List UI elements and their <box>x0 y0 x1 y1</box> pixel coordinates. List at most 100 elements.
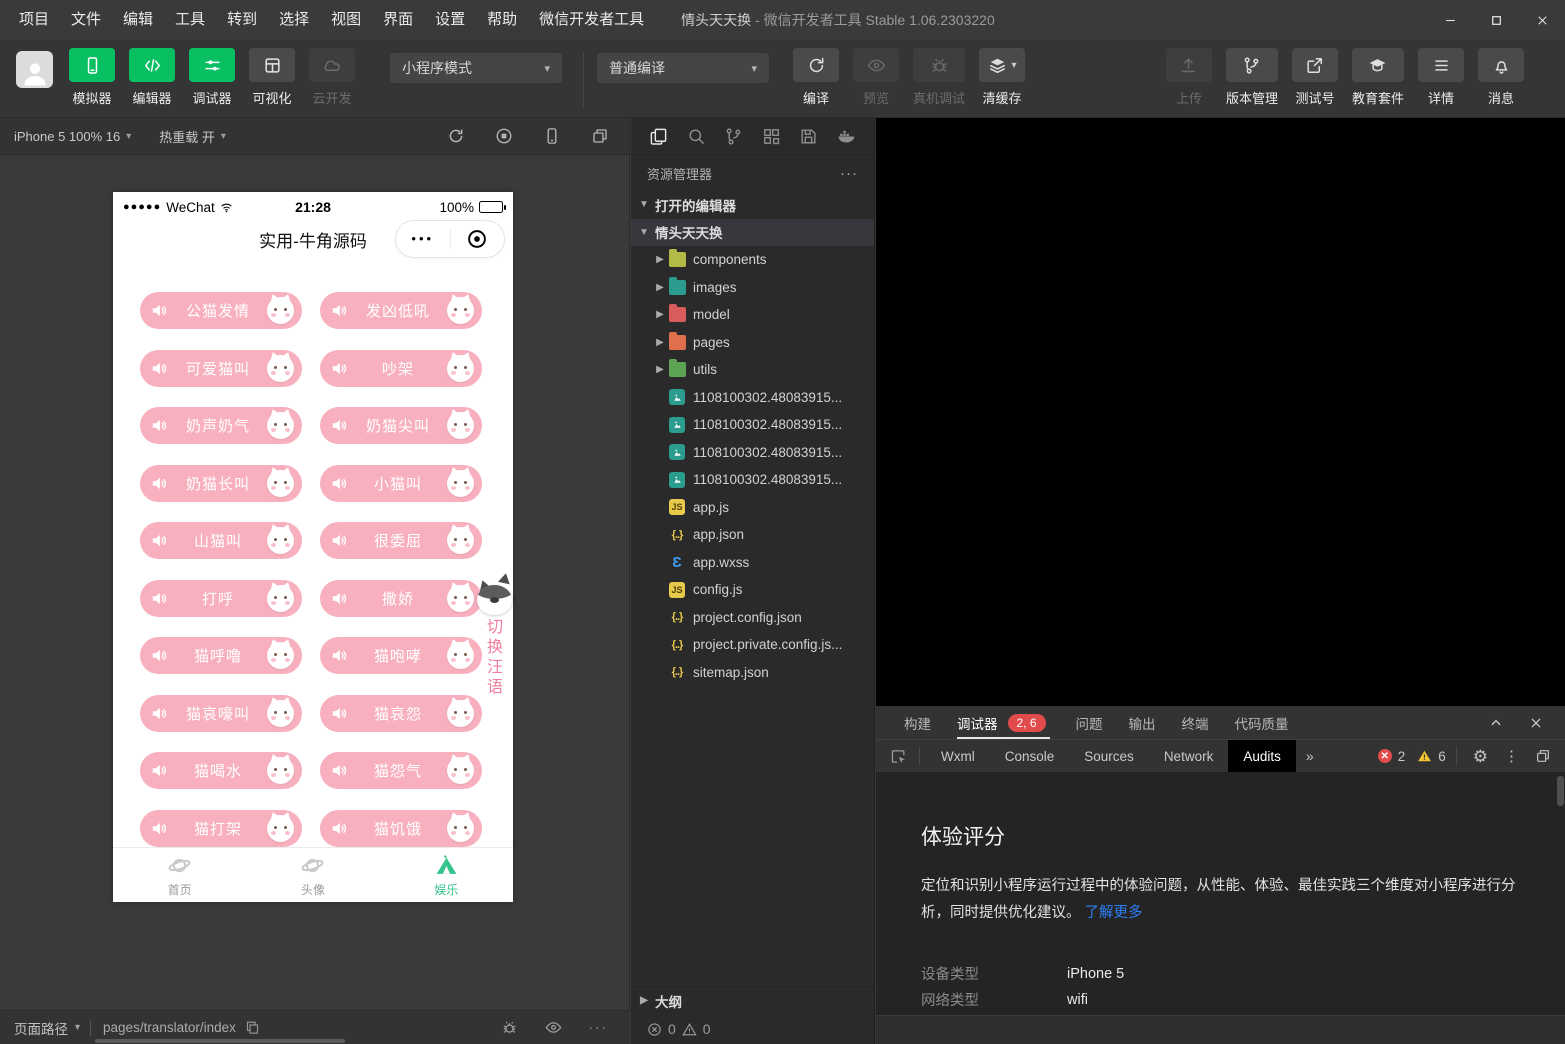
menu-item-0[interactable]: 项目 <box>8 0 60 40</box>
minimize-button[interactable] <box>1427 0 1473 40</box>
eye-icon[interactable] <box>545 1019 562 1036</box>
debug-tab-终端[interactable]: 终端 <box>1182 706 1209 739</box>
tree-file[interactable]: JSconfig.js <box>631 576 874 604</box>
sound-button[interactable]: 猫打架 <box>140 810 302 847</box>
action-layers-button[interactable]: ▾清缓存 <box>972 48 1032 107</box>
sound-button[interactable]: 奶猫尖叫 <box>320 407 482 444</box>
sound-button[interactable]: 猫咆哮 <box>320 637 482 674</box>
action-list-menu-button[interactable]: 详情 <box>1411 48 1471 107</box>
maximize-button[interactable] <box>1473 0 1519 40</box>
action-grad-cap-button[interactable]: 教育套件 <box>1345 48 1411 107</box>
debug-tab-输出[interactable]: 输出 <box>1129 706 1156 739</box>
tree-file[interactable]: JSapp.js <box>631 494 874 522</box>
bug-icon[interactable] <box>501 1019 518 1036</box>
sound-button[interactable]: 发凶低吼 <box>320 292 482 329</box>
tab-头像[interactable]: 头像 <box>246 848 379 902</box>
docker-whale-icon[interactable] <box>837 127 856 146</box>
debug-tab-构建[interactable]: 构建 <box>904 706 931 739</box>
phone-frame-icon[interactable] <box>543 127 561 145</box>
sound-button[interactable]: 吵架 <box>320 350 482 387</box>
outline-section[interactable]: ▶ 大纲 <box>631 986 874 1014</box>
tool-sliders-button[interactable]: 调试器 <box>182 48 242 107</box>
explorer-more-icon[interactable]: ··· <box>840 165 858 182</box>
action-eye-button[interactable]: 预览 <box>846 48 906 107</box>
sound-button[interactable]: 猫怨气 <box>320 752 482 789</box>
devtools-tab-Console[interactable]: Console <box>990 740 1070 772</box>
sound-button[interactable]: 打呼 <box>140 580 302 617</box>
horizontal-scroll-area[interactable] <box>876 1015 1565 1044</box>
sound-button[interactable]: 猫哀怨 <box>320 695 482 732</box>
sound-button[interactable]: 山猫叫 <box>140 522 302 559</box>
tree-section[interactable]: ▼情头天天换 <box>631 219 874 247</box>
user-avatar[interactable] <box>16 51 53 88</box>
devtools-tab-Sources[interactable]: Sources <box>1069 740 1149 772</box>
sound-button[interactable]: 奶声奶气 <box>140 407 302 444</box>
sound-button[interactable]: 奶猫长叫 <box>140 465 302 502</box>
close-icon[interactable] <box>1529 716 1543 730</box>
vertical-scrollbar[interactable] <box>1557 776 1564 806</box>
tree-file[interactable]: {..}sitemap.json <box>631 659 874 687</box>
save-backup-icon[interactable] <box>799 127 818 146</box>
action-upload-button[interactable]: 上传 <box>1159 48 1219 107</box>
menu-item-3[interactable]: 工具 <box>164 0 216 40</box>
tool-simulator-phone-button[interactable]: 模拟器 <box>62 48 122 107</box>
action-bug-button[interactable]: 真机调试 <box>906 48 972 107</box>
copy-icon[interactable] <box>245 1020 260 1035</box>
tree-file[interactable]: {..}app.json <box>631 521 874 549</box>
source-control-icon[interactable] <box>724 127 743 146</box>
menu-item-5[interactable]: 选择 <box>268 0 320 40</box>
horizontal-scrollbar-thumb[interactable] <box>95 1039 345 1043</box>
tree-file[interactable]: 1108100302.48083915... <box>631 466 874 494</box>
action-branch-button[interactable]: 版本管理 <box>1219 48 1285 107</box>
action-bell-button[interactable]: 消息 <box>1471 48 1531 107</box>
dock-side-icon[interactable] <box>1535 748 1551 764</box>
tab-娱乐[interactable]: 娱乐 <box>380 848 513 902</box>
action-refresh-button[interactable]: 编译 <box>786 48 846 107</box>
extensions-icon[interactable] <box>762 127 781 146</box>
sound-button[interactable]: 小猫叫 <box>320 465 482 502</box>
detach-window-icon[interactable] <box>591 127 609 145</box>
debug-tab-代码质量[interactable]: 代码质量 <box>1235 706 1289 739</box>
search-icon[interactable] <box>687 127 706 146</box>
menu-item-6[interactable]: 视图 <box>320 0 372 40</box>
debug-tab-调试器[interactable]: 调试器2, 6 <box>957 706 1050 739</box>
sound-button[interactable]: 公猫发情 <box>140 292 302 329</box>
menu-item-8[interactable]: 设置 <box>424 0 476 40</box>
tree-file[interactable]: {..}project.private.config.js... <box>631 631 874 659</box>
stop-record-icon[interactable] <box>495 127 513 145</box>
tree-section[interactable]: ▼打开的编辑器 <box>631 191 874 219</box>
tree-file[interactable]: 1108100302.48083915... <box>631 439 874 467</box>
devtools-tab-Wxml[interactable]: Wxml <box>926 740 990 772</box>
collapse-icon[interactable] <box>1489 716 1503 730</box>
husky-icon[interactable] <box>477 582 512 615</box>
tree-file[interactable]: 1108100302.48083915... <box>631 384 874 412</box>
device-selector[interactable]: iPhone 5 100% 16 ▾ <box>14 129 131 144</box>
sound-button[interactable]: 猫喝水 <box>140 752 302 789</box>
menu-item-10[interactable]: 微信开发者工具 <box>528 0 655 40</box>
learn-more-link[interactable]: 了解更多 <box>1085 905 1143 921</box>
menu-item-9[interactable]: 帮助 <box>476 0 528 40</box>
tree-folder[interactable]: ▶images <box>631 274 874 302</box>
more-icon[interactable]: ··· <box>589 1020 609 1035</box>
sound-button[interactable]: 撒娇 <box>320 580 482 617</box>
tool-cloud-button[interactable]: 云开发 <box>302 48 362 107</box>
close-button[interactable] <box>1519 0 1565 40</box>
mode-select[interactable]: 小程序模式 ▾ <box>390 53 562 83</box>
tree-file[interactable]: Ɛapp.wxss <box>631 549 874 577</box>
tree-file[interactable]: 1108100302.48083915... <box>631 411 874 439</box>
gear-icon[interactable]: ⚙ <box>1473 748 1488 765</box>
tree-folder[interactable]: ▶pages <box>631 329 874 357</box>
console-counters[interactable]: ✕ 2 6 <box>1378 749 1456 764</box>
devtools-tab-Audits[interactable]: Audits <box>1228 740 1296 772</box>
menu-item-1[interactable]: 文件 <box>60 0 112 40</box>
sound-button[interactable]: 猫饥饿 <box>320 810 482 847</box>
compile-select[interactable]: 普通编译 ▾ <box>597 53 769 83</box>
tree-file[interactable]: {..}project.config.json <box>631 604 874 632</box>
sound-button[interactable]: 可爱猫叫 <box>140 350 302 387</box>
inspect-element-icon[interactable] <box>890 748 907 765</box>
menu-item-2[interactable]: 编辑 <box>112 0 164 40</box>
tree-folder[interactable]: ▶components <box>631 246 874 274</box>
debug-tab-问题[interactable]: 问题 <box>1076 706 1103 739</box>
tree-folder[interactable]: ▶utils <box>631 356 874 384</box>
kebab-menu-icon[interactable]: ⋮ <box>1504 749 1519 764</box>
